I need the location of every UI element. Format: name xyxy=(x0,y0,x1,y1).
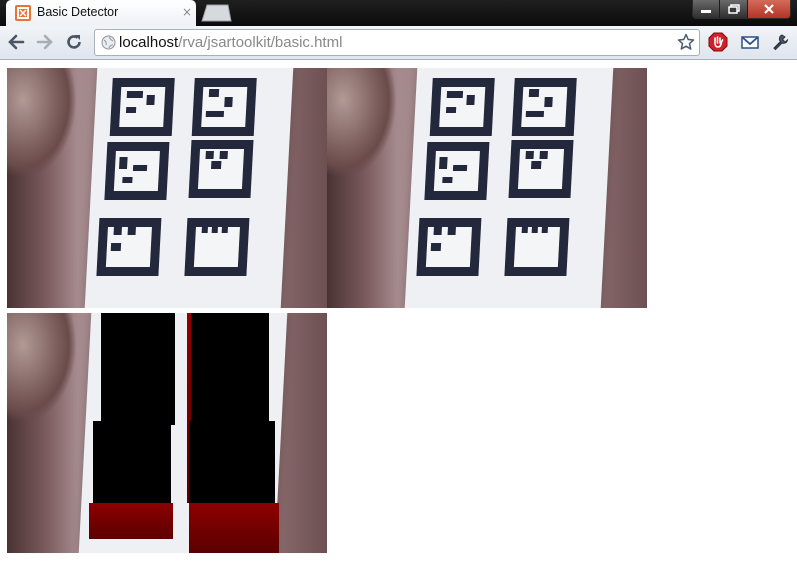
marker xyxy=(429,78,495,136)
star-icon[interactable] xyxy=(677,33,695,55)
debug-canvas xyxy=(327,68,647,308)
url-host: localhost xyxy=(119,34,179,51)
forward-arrow-icon[interactable] xyxy=(34,31,56,53)
marker-sheet xyxy=(84,68,294,308)
cube-side-face xyxy=(89,503,173,539)
marker xyxy=(191,78,257,136)
url-text: localhost/rva/jsartoolkit/basic.html xyxy=(119,34,342,51)
wrench-icon[interactable] xyxy=(770,32,790,52)
tab-title: Basic Detector xyxy=(37,5,119,19)
reload-icon[interactable] xyxy=(63,31,85,53)
cube-side-face xyxy=(189,503,279,553)
tab-close-icon[interactable]: × xyxy=(182,5,192,19)
marker xyxy=(96,218,162,276)
back-arrow-icon[interactable] xyxy=(5,31,27,53)
marker-sheet xyxy=(404,68,614,308)
window-controls xyxy=(692,0,791,19)
globe-icon xyxy=(101,35,116,54)
marker xyxy=(184,218,250,276)
title-bar: Basic Detector × xyxy=(0,0,797,26)
new-tab-button[interactable] xyxy=(200,4,232,22)
url-path: /rva/jsartoolkit/basic.html xyxy=(178,34,343,51)
virtual-cube xyxy=(189,421,275,507)
browser-tab[interactable]: Basic Detector × xyxy=(6,0,196,26)
marker xyxy=(188,140,254,198)
adblock-icon[interactable] xyxy=(708,32,728,52)
virtual-cube xyxy=(191,313,269,425)
address-bar[interactable]: localhost/rva/jsartoolkit/basic.html xyxy=(94,29,700,56)
page-favicon-icon xyxy=(15,5,31,21)
close-icon[interactable] xyxy=(747,0,790,18)
browser-toolbar: localhost/rva/jsartoolkit/basic.html xyxy=(0,26,797,60)
marker xyxy=(109,78,175,136)
augmented-canvas xyxy=(7,313,327,553)
virtual-cube xyxy=(101,313,175,425)
marker xyxy=(504,218,570,276)
marker xyxy=(416,218,482,276)
marker xyxy=(511,78,577,136)
minimize-icon[interactable] xyxy=(693,0,721,18)
marker xyxy=(424,142,490,200)
mail-icon[interactable] xyxy=(740,32,760,52)
virtual-cube xyxy=(93,421,171,507)
marker xyxy=(104,142,170,200)
maximize-icon[interactable] xyxy=(720,0,748,18)
video-canvas xyxy=(7,68,327,308)
marker xyxy=(508,140,574,198)
